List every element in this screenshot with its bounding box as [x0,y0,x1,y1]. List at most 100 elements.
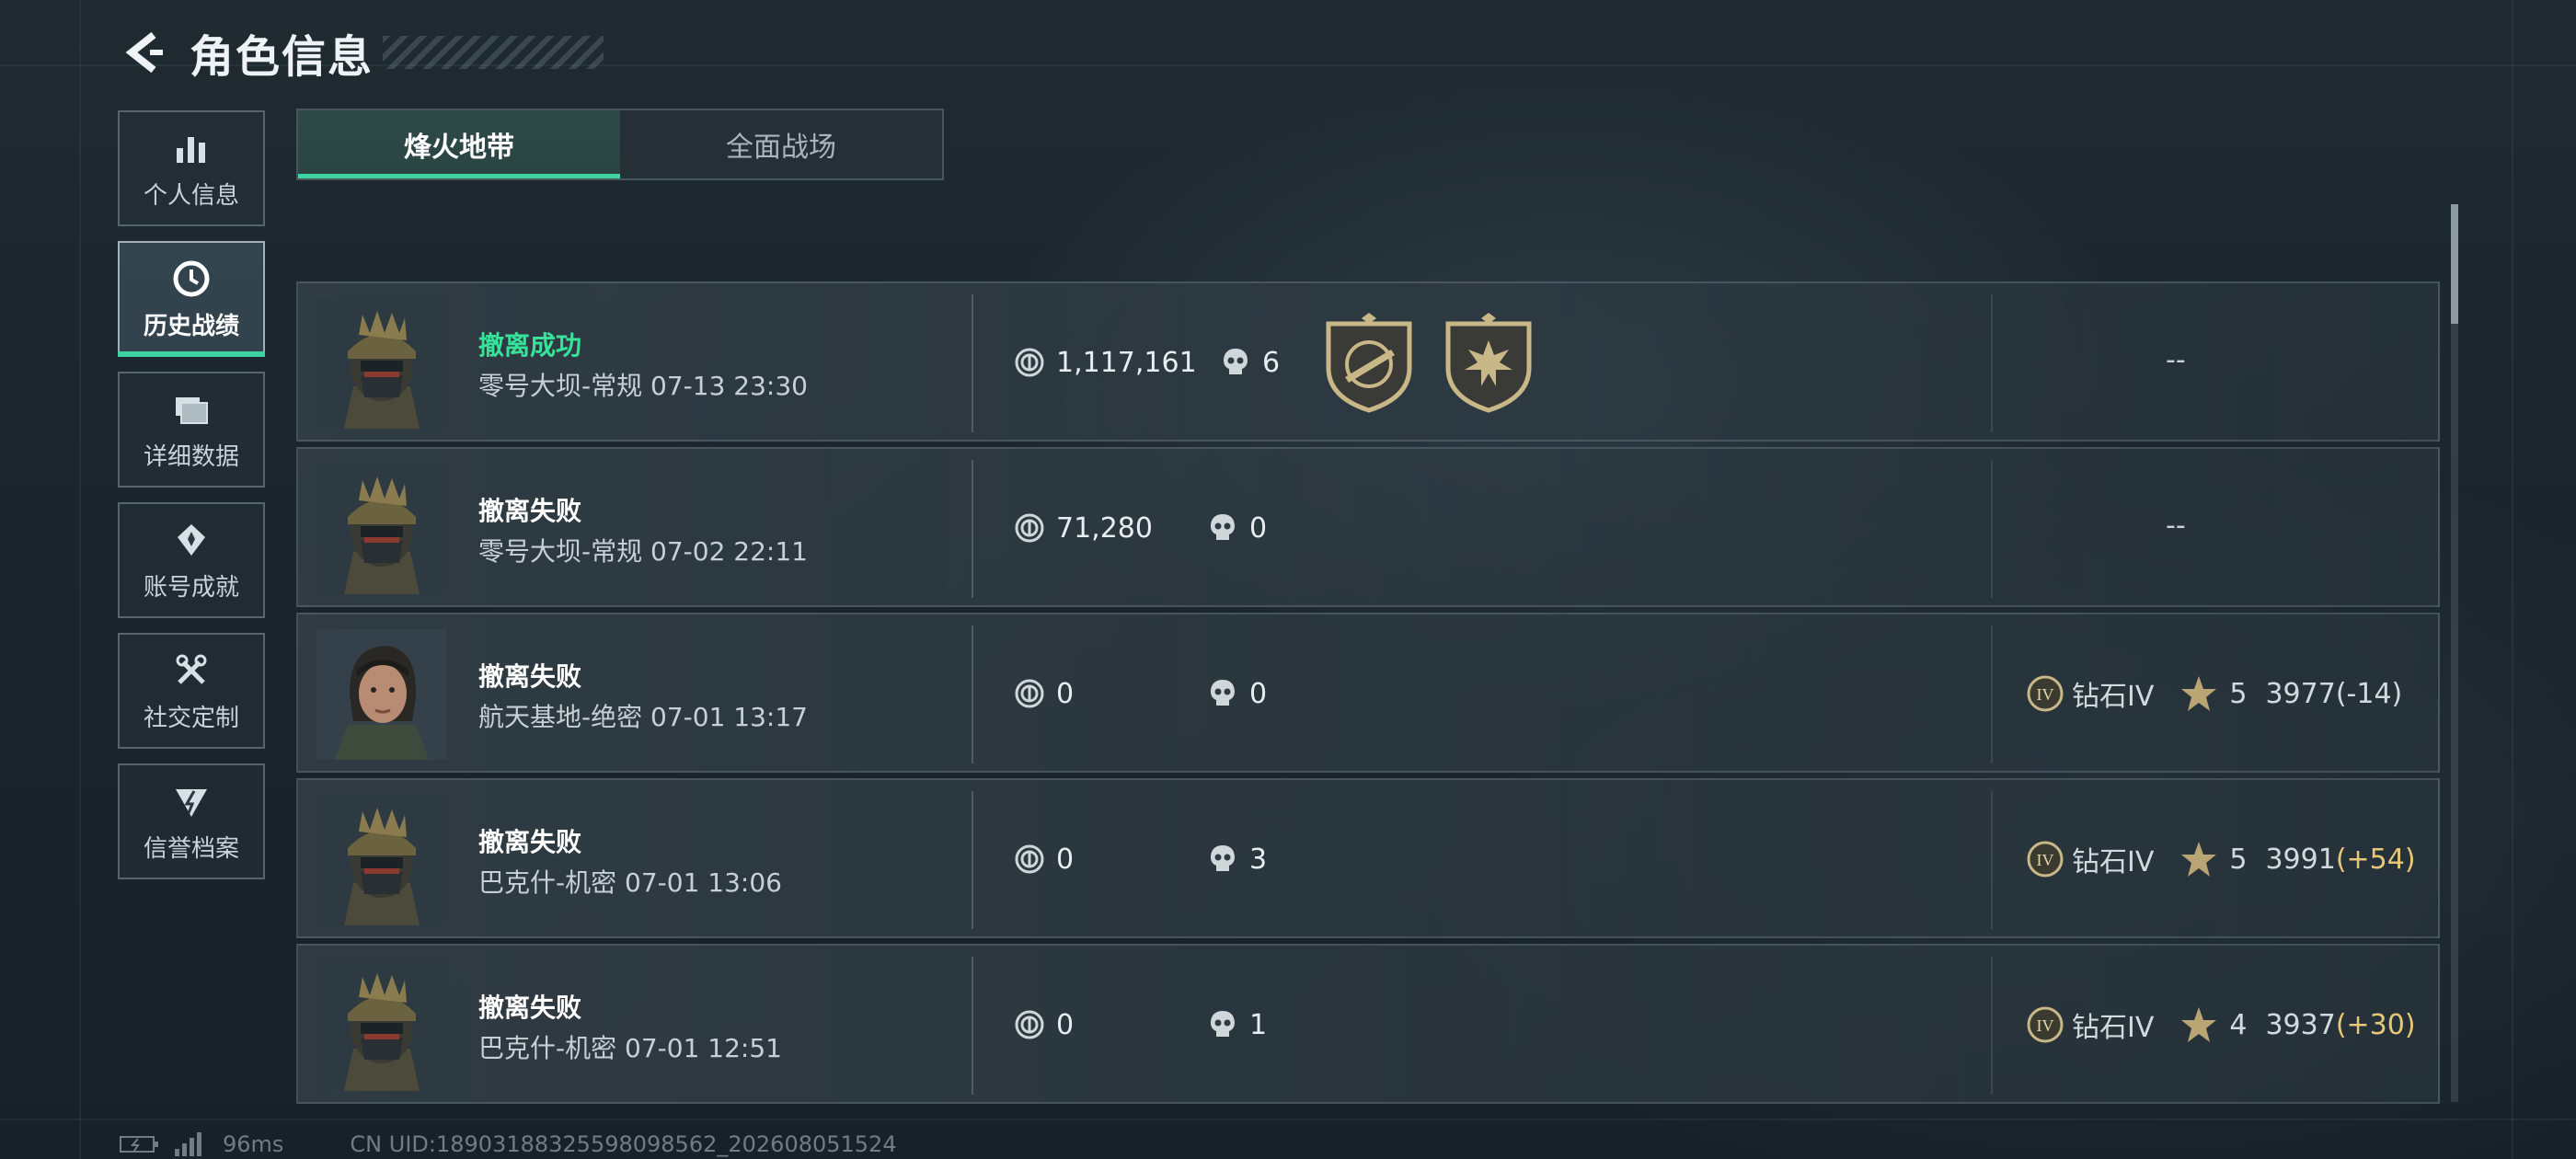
folder-icon [170,388,213,430]
page-header: 角色信息 [120,20,604,85]
operator-avatar [316,629,447,760]
loot-value-text: 71,280 [1056,511,1153,545]
extraction-result: 撤离失败 [478,661,582,692]
loot-value: 0 [1014,675,1074,712]
achievement-icon [170,519,213,561]
divider [1991,957,1993,1095]
match-time: 07-01 12:51 [625,1033,782,1063]
loot-value: 1,117,161 [1014,344,1197,381]
rifle-medal-icon[interactable] [1321,313,1417,414]
coin-icon [1014,843,1045,875]
svg-text:IV: IV [2037,1016,2054,1035]
reputation-icon [170,780,213,822]
extraction-result: 撤离失败 [478,496,582,526]
divider [972,460,973,598]
divider [1991,791,1993,929]
kill-count: 0 [1207,675,1267,712]
rank-info: IV 钻石IV 4 3937 (+30) [2026,1004,2416,1045]
star-icon [2181,842,2217,877]
star-count: 5 [2229,677,2248,710]
bar-chart-icon [170,127,213,169]
rank-placeholder: -- [2166,510,2186,542]
rank-info: IV 钻石IV 5 3991 (+54) [2026,839,2416,879]
operator-avatar [316,298,447,429]
loot-value-text: 1,117,161 [1056,346,1197,379]
rank-delta: (+54) [2335,843,2416,876]
menu-item-label: 详细数据 [143,442,239,471]
divider [972,957,973,1095]
loot-value-text: 0 [1056,843,1075,876]
svg-text:IV: IV [2037,851,2054,869]
kill-count: 0 [1207,510,1267,546]
match-time: 07-02 22:11 [650,536,808,567]
coin-icon [1014,1009,1045,1040]
divider [972,625,973,763]
tab-full-battlefield[interactable]: 全面战场 [620,110,942,178]
match-record[interactable]: 撤离失败 巴克什-机密 07-01 12:51 0 1 IV 钻石IV 4 39… [296,944,2440,1104]
star-icon [2181,1007,2217,1042]
star-count: 4 [2229,1008,2248,1041]
coin-icon [1014,512,1045,544]
tab-hazard-zone[interactable]: 烽火地带 [298,110,620,178]
divider [972,791,973,929]
kill-count: 6 [1220,344,1280,381]
menu-item-social-custom[interactable]: 社交定制 [118,633,265,749]
grid-line [2512,0,2513,1159]
rank-delta: (-14) [2335,677,2403,710]
match-record[interactable]: 撤离成功 零号大坝-常规 07-13 23:30 1,117,161 6 -- [296,281,2440,442]
page-title: 角色信息 [190,31,374,83]
menu-item-personal-info[interactable]: 个人信息 [118,110,265,226]
match-time: 07-01 13:06 [625,867,782,898]
extraction-result: 撤离成功 [478,330,582,361]
match-time: 07-01 13:17 [650,702,808,732]
extraction-result: 撤离失败 [478,993,582,1023]
list-scrollbar[interactable] [2451,204,2458,1102]
match-record[interactable]: 撤离失败 零号大坝-常规 07-02 22:11 71,280 0 -- [296,447,2440,607]
loot-value: 0 [1014,841,1074,878]
divider [1991,460,1993,598]
kill-count: 1 [1207,1006,1267,1043]
rank-score: 3937 [2265,1008,2336,1041]
menu-item-label: 信誉档案 [143,834,239,863]
operator-avatar [316,795,447,925]
star-count: 5 [2229,843,2248,876]
menu-item-label: 账号成就 [143,573,239,602]
back-arrow-icon [125,31,163,74]
map-and-time: 航天基地-绝密 07-01 13:17 [478,697,808,734]
kill-count-text: 1 [1249,1008,1268,1041]
scrollbar-thumb[interactable] [2451,204,2458,324]
menu-item-label: 个人信息 [143,181,239,210]
map-name: 巴克什-机密 [478,867,617,898]
match-record[interactable]: 撤离失败 巴克什-机密 07-01 13:06 0 3 IV 钻石IV 5 39… [296,778,2440,938]
title-decoration [383,36,604,69]
extraction-result: 撤离失败 [478,827,582,857]
menu-item-account-achievements[interactable]: 账号成就 [118,502,265,618]
divider [1991,625,1993,763]
map-and-time: 零号大坝-常规 07-02 22:11 [478,532,808,568]
skull-icon [1207,1009,1238,1040]
loot-value-text: 0 [1056,677,1075,710]
back-button[interactable] [120,27,171,78]
explosion-medal-icon[interactable] [1441,313,1536,414]
menu-item-match-history[interactable]: 历史战绩 [118,241,265,357]
uid-text: CN UID:18903188325598098562_202608051524 [350,1131,897,1157]
diamond-tier-icon: IV [2027,1006,2064,1043]
coin-icon [1014,678,1045,709]
side-menu: 个人信息 历史战绩 详细数据 账号成就 社交定制 信誉档案 [118,110,265,894]
grid-line [0,1119,2576,1120]
skull-icon [1207,678,1238,709]
map-name: 零号大坝-常规 [478,536,643,567]
rank-placeholder: -- [2166,344,2186,376]
mode-tabs: 烽火地带 全面战场 [296,109,944,180]
coin-icon [1014,347,1045,378]
rank-score: 3991 [2265,843,2336,876]
match-record[interactable]: 撤离失败 航天基地-绝密 07-01 13:17 0 0 IV 钻石IV 5 3… [296,613,2440,773]
menu-item-reputation[interactable]: 信誉档案 [118,763,265,879]
menu-item-detailed-data[interactable]: 详细数据 [118,372,265,488]
kill-count: 3 [1207,841,1267,878]
map-and-time: 巴克什-机密 07-01 13:06 [478,863,782,900]
svg-text:IV: IV [2037,685,2054,704]
map-name: 零号大坝-常规 [478,371,643,401]
menu-item-label: 历史战绩 [143,312,239,340]
status-footer: 96ms CN UID:18903188325598098562_2026080… [120,1131,897,1157]
